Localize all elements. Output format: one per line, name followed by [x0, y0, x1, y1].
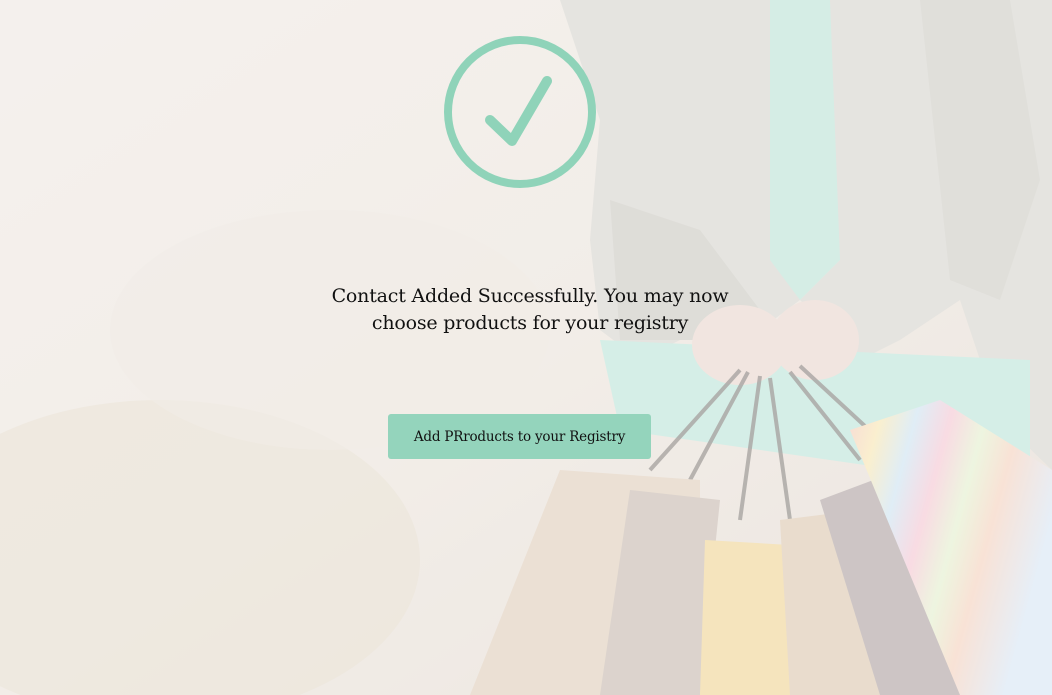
add-products-button[interactable]: Add PRroducts to your Registry — [388, 414, 651, 459]
check-circle-icon — [444, 36, 596, 188]
success-message: Contact Added Successfully. You may now … — [331, 285, 729, 334]
